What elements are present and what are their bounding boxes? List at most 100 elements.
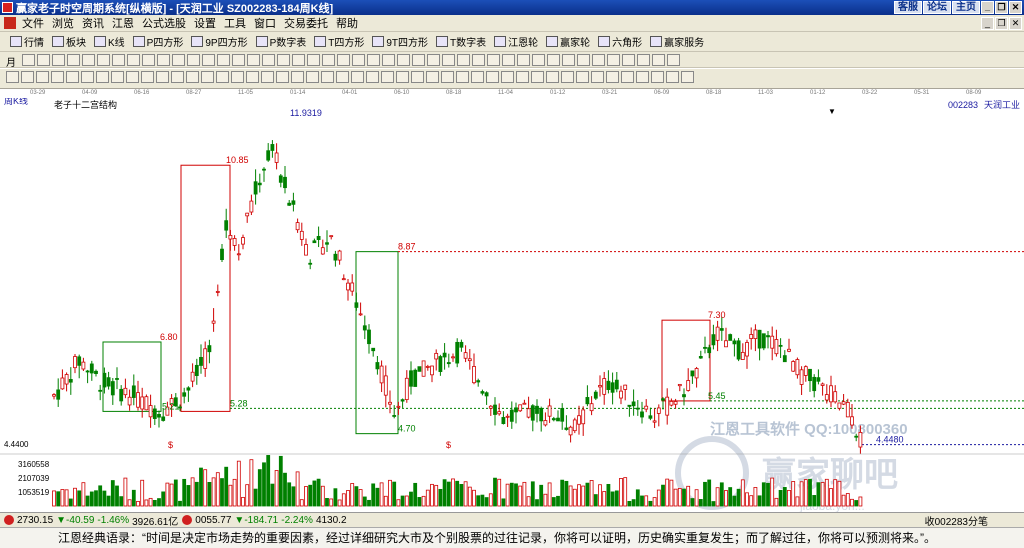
tool-icon[interactable] <box>666 71 679 83</box>
tool-icon[interactable] <box>201 71 214 83</box>
tool-icon[interactable] <box>171 71 184 83</box>
tool-icon[interactable] <box>546 71 559 83</box>
menu-trade[interactable]: 交易委托 <box>280 15 332 31</box>
menu-formula[interactable]: 公式选股 <box>138 15 190 31</box>
tool-icon[interactable] <box>97 54 110 66</box>
tool-icon[interactable] <box>471 71 484 83</box>
tool-icon[interactable] <box>502 54 515 66</box>
tool-icon[interactable] <box>67 54 80 66</box>
tool-icon[interactable] <box>6 71 19 83</box>
customer-service-button[interactable]: 客服 <box>894 1 922 14</box>
tool-icon[interactable] <box>142 54 155 66</box>
restore-icon[interactable]: ❐ <box>995 1 1008 14</box>
tool-icon[interactable] <box>501 71 514 83</box>
tool-icon[interactable] <box>21 71 34 83</box>
tool-icon[interactable] <box>22 54 35 66</box>
tool-icon[interactable] <box>172 54 185 66</box>
tool-icon[interactable] <box>381 71 394 83</box>
tool-icon[interactable] <box>591 71 604 83</box>
toolbar-button-11[interactable]: 六角形 <box>594 34 646 49</box>
sz-index[interactable]: 0055.77 ▼-184.71 -2.24% 4130.2 <box>178 515 347 526</box>
tool-icon[interactable] <box>186 71 199 83</box>
tool-icon[interactable] <box>277 54 290 66</box>
tool-icon[interactable] <box>261 71 274 83</box>
toolbar-button-10[interactable]: 赢家轮 <box>542 34 594 49</box>
tool-icon[interactable] <box>352 54 365 66</box>
tool-icon[interactable] <box>577 54 590 66</box>
toolbar-button-0[interactable]: 行情 <box>6 34 48 49</box>
tool-icon[interactable] <box>141 71 154 83</box>
tool-icon[interactable] <box>547 54 560 66</box>
toolbar-button-2[interactable]: K线 <box>90 34 129 49</box>
tool-icon[interactable] <box>37 54 50 66</box>
tool-icon[interactable] <box>111 71 124 83</box>
tool-icon[interactable] <box>51 71 64 83</box>
app-menu-icon[interactable] <box>4 17 16 29</box>
menu-help[interactable]: 帮助 <box>332 15 362 31</box>
tool-icon[interactable] <box>336 71 349 83</box>
period-selector[interactable]: 月 <box>6 54 16 69</box>
tool-icon[interactable] <box>262 54 275 66</box>
tool-icon[interactable] <box>276 71 289 83</box>
tool-icon[interactable] <box>82 54 95 66</box>
child-minimize-icon[interactable]: _ <box>981 17 994 30</box>
tool-icon[interactable] <box>456 71 469 83</box>
tool-icon[interactable] <box>516 71 529 83</box>
tool-icon[interactable] <box>487 54 500 66</box>
tool-icon[interactable] <box>651 71 664 83</box>
tool-icon[interactable] <box>366 71 379 83</box>
menu-file[interactable]: 文件 <box>18 15 48 31</box>
tool-icon[interactable] <box>232 54 245 66</box>
tool-icon[interactable] <box>217 54 230 66</box>
tool-icon[interactable] <box>231 71 244 83</box>
tool-icon[interactable] <box>96 71 109 83</box>
toolbar-button-7[interactable]: 9T四方形 <box>368 34 432 49</box>
tool-icon[interactable] <box>412 54 425 66</box>
tool-icon[interactable] <box>442 54 455 66</box>
tool-icon[interactable] <box>561 71 574 83</box>
tool-icon[interactable] <box>112 54 125 66</box>
forum-button[interactable]: 论坛 <box>923 1 951 14</box>
tool-icon[interactable] <box>307 54 320 66</box>
tool-icon[interactable] <box>531 71 544 83</box>
sh-index[interactable]: 2730.15 ▼-40.59 -1.46% 3926.61亿 <box>0 513 178 528</box>
tool-icon[interactable] <box>292 54 305 66</box>
tool-icon[interactable] <box>411 71 424 83</box>
kline-chart[interactable]: 周K线 老子十二宫结构 ▼ 002283 天润工业 4.4400 江恩工具软件 … <box>0 95 1024 513</box>
child-restore-icon[interactable]: ❐ <box>995 17 1008 30</box>
tool-icon[interactable] <box>681 71 694 83</box>
tool-icon[interactable] <box>622 54 635 66</box>
tool-icon[interactable] <box>472 54 485 66</box>
tool-icon[interactable] <box>321 71 334 83</box>
tool-icon[interactable] <box>667 54 680 66</box>
tool-icon[interactable] <box>187 54 200 66</box>
toolbar-button-1[interactable]: 板块 <box>48 34 90 49</box>
tool-icon[interactable] <box>351 71 364 83</box>
tool-icon[interactable] <box>606 71 619 83</box>
toolbar-button-4[interactable]: 9P四方形 <box>187 34 251 49</box>
tool-icon[interactable] <box>592 54 605 66</box>
toolbar-button-9[interactable]: 江恩轮 <box>490 34 542 49</box>
toolbar-button-5[interactable]: P数字表 <box>252 34 311 49</box>
menu-settings[interactable]: 设置 <box>190 15 220 31</box>
child-close-icon[interactable]: ✕ <box>1009 17 1022 30</box>
toolbar-button-8[interactable]: T数字表 <box>432 34 490 49</box>
tool-icon[interactable] <box>621 71 634 83</box>
tool-icon[interactable] <box>396 71 409 83</box>
tool-icon[interactable] <box>576 71 589 83</box>
tool-icon[interactable] <box>216 71 229 83</box>
tool-icon[interactable] <box>486 71 499 83</box>
dropdown-marker-icon[interactable]: ▼ <box>828 107 836 116</box>
tool-icon[interactable] <box>532 54 545 66</box>
tool-icon[interactable] <box>562 54 575 66</box>
tool-icon[interactable] <box>517 54 530 66</box>
tool-icon[interactable] <box>157 54 170 66</box>
toolbar-button-12[interactable]: 赢家服务 <box>646 34 708 49</box>
tool-icon[interactable] <box>607 54 620 66</box>
tick-detail-label[interactable]: 收002283分笔 <box>925 513 988 528</box>
tool-icon[interactable] <box>156 71 169 83</box>
tool-icon[interactable] <box>652 54 665 66</box>
tool-icon[interactable] <box>246 71 259 83</box>
tool-icon[interactable] <box>367 54 380 66</box>
tool-icon[interactable] <box>291 71 304 83</box>
